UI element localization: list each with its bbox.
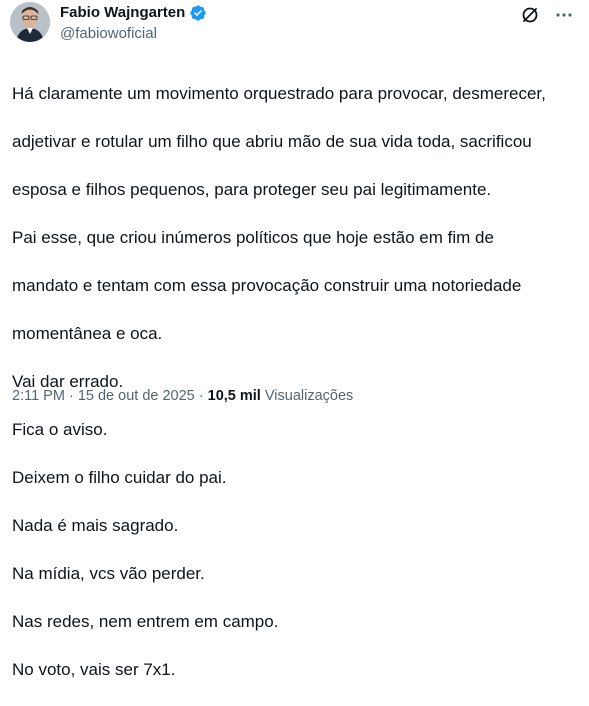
tweet-line: Nada é mais sagrado. — [12, 516, 179, 535]
verified-badge-icon[interactable] — [189, 4, 207, 22]
tweet-line: adjetivar e rotular um filho que abriu m… — [12, 132, 532, 151]
meta-separator: · — [194, 388, 208, 404]
tweet-line: esposa e filhos pequenos, para proteger … — [12, 180, 492, 199]
avatar-image — [10, 2, 50, 42]
author-handle[interactable]: @fabiowoficial — [60, 25, 207, 43]
tweet-text: Há claramente um movimento orquestrado p… — [12, 58, 580, 706]
tweet-line: Deixem o filho cuidar do pai. — [12, 468, 227, 487]
tweet-meta: 2:11 PM · 15 de out de 2025 · 10,5 mil V… — [12, 386, 353, 406]
author-name[interactable]: Fabio Wajngarten — [60, 4, 185, 22]
avatar[interactable] — [10, 2, 50, 42]
tweet-line: Nas redes, nem entrem em campo. — [12, 612, 279, 631]
tweet-line: Pai esse, que criou inúmeros políticos q… — [12, 228, 494, 247]
meta-separator: · — [64, 388, 78, 404]
tweet-date[interactable]: 15 de out de 2025 — [78, 388, 195, 404]
tweet-line: Fica o aviso. — [12, 420, 108, 439]
views-label: Visualizações — [264, 388, 354, 404]
tweet: Fabio Wajngarten @fabiowoficial Há clara… — [0, 0, 589, 679]
tweet-line: momentânea e oca. — [12, 324, 163, 343]
tweet-line: Na mídia, vcs vão perder. — [12, 564, 205, 583]
tweet-line: mandato e tentam com essa provocação con… — [12, 276, 522, 295]
tweet-time[interactable]: 2:11 PM — [12, 388, 65, 404]
tweet-line: Há claramente um movimento orquestrado p… — [12, 84, 546, 103]
views-count: 10,5 mil — [207, 388, 261, 404]
grok-icon[interactable] — [519, 4, 541, 26]
more-icon[interactable] — [553, 4, 575, 26]
tweet-line: No voto, vais ser 7x1. — [12, 660, 176, 679]
tweet-header: Fabio Wajngarten @fabiowoficial — [10, 2, 207, 43]
tweet-actions — [519, 4, 575, 26]
